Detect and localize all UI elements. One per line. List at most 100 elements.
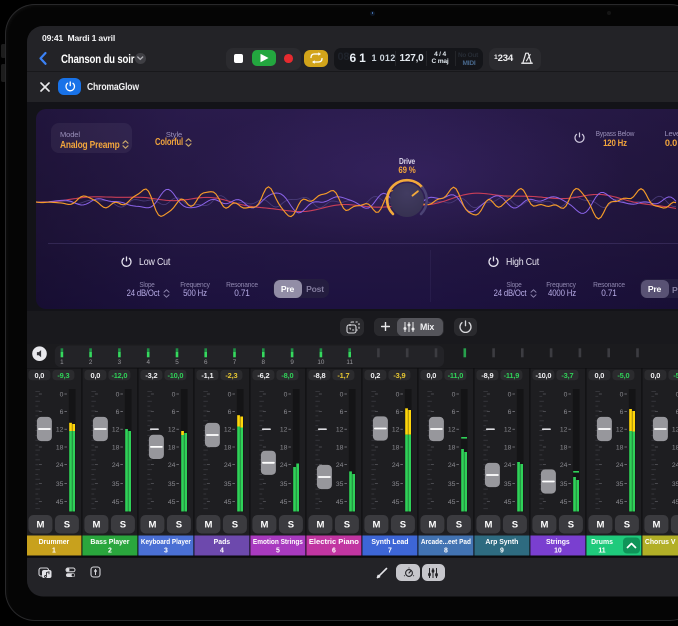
- svg-text:1: 1: [60, 358, 64, 365]
- svg-text:35: 35: [560, 481, 568, 488]
- svg-text:24: 24: [336, 462, 344, 469]
- svg-text:6: 6: [340, 409, 344, 416]
- svg-text:24: 24: [168, 462, 176, 469]
- svg-text:0,0: 0,0: [91, 371, 101, 380]
- svg-text:6: 6: [396, 409, 400, 416]
- svg-text:12: 12: [448, 427, 456, 434]
- svg-text:-8,9: -8,9: [481, 371, 493, 380]
- svg-text:12: 12: [616, 427, 624, 434]
- svg-text:0: 0: [452, 391, 456, 398]
- svg-text:0: 0: [340, 391, 344, 398]
- svg-text:M: M: [204, 520, 212, 531]
- svg-text:5: 5: [175, 358, 179, 365]
- svg-text:S: S: [120, 520, 126, 531]
- svg-text:-2,3: -2,3: [225, 371, 237, 380]
- svg-text:35: 35: [504, 481, 512, 488]
- svg-text:M: M: [36, 520, 44, 531]
- svg-text:5: 5: [276, 547, 280, 554]
- svg-text:S: S: [64, 520, 70, 531]
- svg-text:-3,7: -3,7: [561, 371, 573, 380]
- svg-text:45: 45: [504, 499, 512, 506]
- svg-text:12: 12: [56, 427, 64, 434]
- svg-text:0,0: 0,0: [651, 371, 661, 380]
- svg-text:12: 12: [168, 427, 176, 434]
- svg-text:8: 8: [444, 547, 448, 554]
- svg-text:M: M: [148, 520, 156, 531]
- svg-text:35: 35: [336, 481, 344, 488]
- svg-text:M: M: [484, 520, 492, 531]
- svg-text:18: 18: [672, 444, 678, 451]
- svg-text:9: 9: [500, 547, 504, 554]
- svg-text:10: 10: [317, 358, 325, 365]
- svg-text:Chorus V: Chorus V: [645, 539, 676, 546]
- svg-text:18: 18: [616, 444, 624, 451]
- svg-text:6: 6: [60, 409, 64, 416]
- svg-text:2: 2: [89, 358, 93, 365]
- svg-text:11: 11: [346, 358, 353, 365]
- svg-text:-1,7: -1,7: [337, 371, 349, 380]
- svg-text:12: 12: [112, 427, 120, 434]
- svg-text:M: M: [316, 520, 324, 531]
- svg-text:35: 35: [616, 481, 624, 488]
- svg-text:35: 35: [112, 481, 120, 488]
- svg-text:45: 45: [672, 499, 678, 506]
- svg-text:6: 6: [620, 409, 624, 416]
- svg-text:45: 45: [616, 499, 624, 506]
- svg-text:M: M: [92, 520, 100, 531]
- svg-text:24: 24: [504, 462, 512, 469]
- svg-text:0: 0: [620, 391, 624, 398]
- svg-text:45: 45: [168, 499, 176, 506]
- svg-text:45: 45: [560, 499, 568, 506]
- svg-text:-1,1: -1,1: [201, 371, 213, 380]
- svg-text:18: 18: [112, 444, 120, 451]
- svg-text:18: 18: [336, 444, 344, 451]
- svg-text:-3,2: -3,2: [145, 371, 157, 380]
- svg-text:3: 3: [118, 358, 122, 365]
- svg-text:Drummer: Drummer: [39, 539, 70, 546]
- svg-text:6: 6: [332, 547, 336, 554]
- svg-text:Arcade...eet Pad: Arcade...eet Pad: [421, 539, 471, 546]
- svg-text:0: 0: [564, 391, 568, 398]
- svg-text:Arp Synth: Arp Synth: [485, 539, 518, 546]
- svg-text:24: 24: [672, 462, 678, 469]
- svg-text:-10,0: -10,0: [535, 371, 551, 380]
- svg-text:12: 12: [224, 427, 232, 434]
- svg-text:4: 4: [146, 358, 150, 365]
- svg-text:-3,9: -3,9: [393, 371, 405, 380]
- svg-text:-8,8: -8,8: [313, 371, 325, 380]
- svg-text:12: 12: [280, 427, 288, 434]
- svg-text:Keyboard Player: Keyboard Player: [141, 539, 191, 546]
- svg-text:18: 18: [168, 444, 176, 451]
- svg-text:Pads: Pads: [214, 539, 231, 546]
- svg-text:7: 7: [388, 547, 392, 554]
- svg-text:35: 35: [224, 481, 232, 488]
- svg-text:M: M: [260, 520, 268, 531]
- svg-text:0,0: 0,0: [427, 371, 437, 380]
- svg-text:-6,2: -6,2: [257, 371, 269, 380]
- svg-text:35: 35: [392, 481, 400, 488]
- svg-text:18: 18: [56, 444, 64, 451]
- svg-text:18: 18: [560, 444, 568, 451]
- svg-text:S: S: [512, 520, 518, 531]
- svg-text:Synth Lead: Synth Lead: [371, 539, 408, 546]
- svg-text:0: 0: [116, 391, 120, 398]
- svg-text:10: 10: [554, 547, 562, 554]
- svg-text:0,0: 0,0: [35, 371, 45, 380]
- svg-text:18: 18: [224, 444, 232, 451]
- svg-text:6: 6: [508, 409, 512, 416]
- svg-text:6: 6: [452, 409, 456, 416]
- svg-text:-11,0: -11,0: [448, 371, 464, 380]
- svg-text:45: 45: [280, 499, 288, 506]
- svg-text:0: 0: [284, 391, 288, 398]
- svg-text:11: 11: [598, 547, 605, 554]
- svg-text:S: S: [288, 520, 294, 531]
- svg-text:35: 35: [56, 481, 64, 488]
- svg-text:24: 24: [112, 462, 120, 469]
- svg-text:45: 45: [392, 499, 400, 506]
- svg-text:24: 24: [560, 462, 568, 469]
- svg-text:0: 0: [508, 391, 512, 398]
- svg-text:35: 35: [280, 481, 288, 488]
- svg-text:M: M: [596, 520, 604, 531]
- svg-text:6: 6: [172, 409, 176, 416]
- svg-text:S: S: [176, 520, 182, 531]
